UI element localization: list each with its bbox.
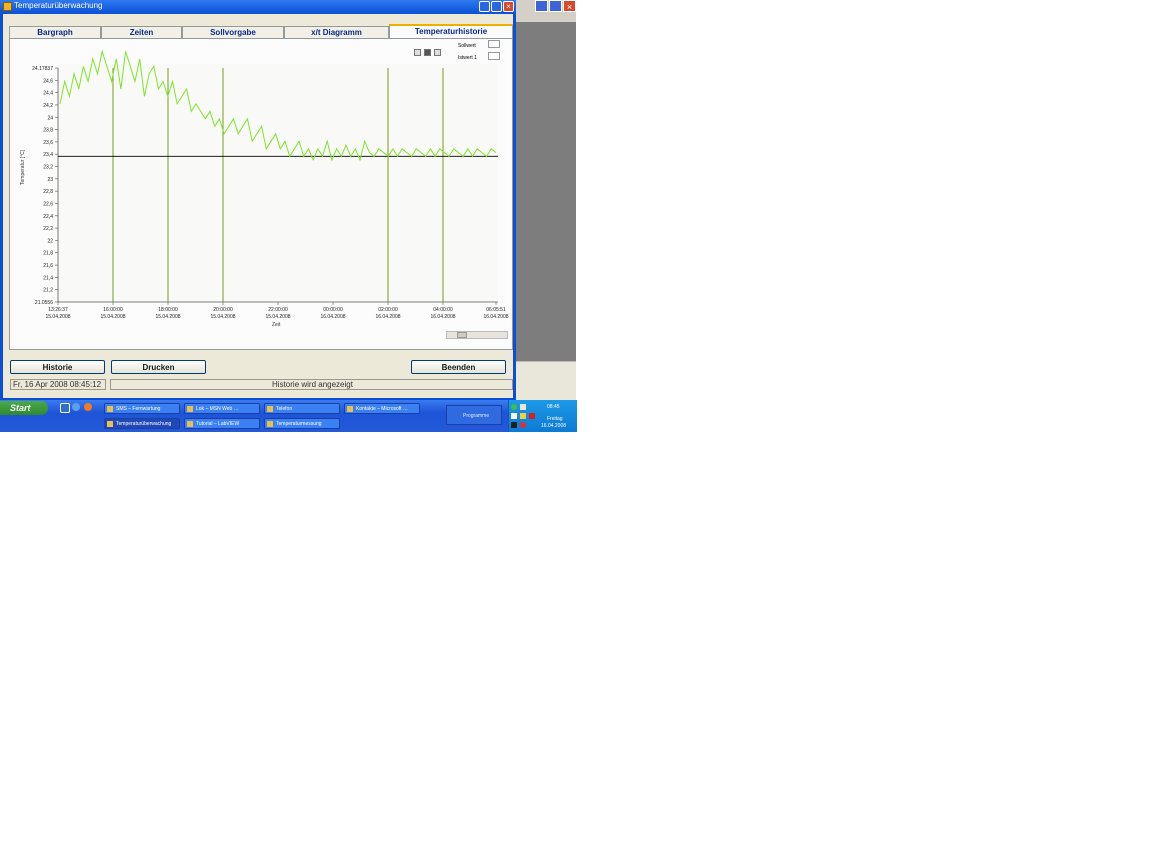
y-tick-label: 21,8	[43, 251, 53, 257]
x-tick-time: 22:00:00	[268, 307, 288, 313]
y-tick-label: 23,4	[43, 152, 53, 158]
legend-istwert-swatch[interactable]	[488, 52, 500, 60]
background-close-button[interactable]: ×	[563, 0, 576, 12]
alert-icon[interactable]	[520, 422, 526, 428]
x-tick-time: 16:00:00	[103, 307, 123, 313]
taskbar-task[interactable]: Temperaturmessung	[264, 418, 340, 429]
y-tick-label: 24	[47, 115, 53, 121]
taskbar-task[interactable]: Kontakte – Microsoft …	[344, 403, 420, 414]
y-tick-label: 23,8	[43, 128, 53, 134]
start-button[interactable]: Start	[0, 401, 48, 415]
y-tick-label: 21,2	[43, 288, 53, 294]
x-tick-time: 13:26:37	[48, 307, 68, 313]
programs-label: Programme	[463, 413, 490, 419]
background-window-panel	[516, 361, 576, 402]
y-tick-label: 24,2	[43, 103, 53, 109]
legend-istwert: Istwert 1	[458, 55, 477, 61]
desktop-background	[516, 0, 576, 400]
y-tick-label: 23	[47, 177, 53, 183]
internet-explorer-icon[interactable]	[72, 403, 80, 411]
x-tick-date: 16.04.2008	[375, 314, 400, 320]
x-tick-time: 02:00:00	[378, 307, 398, 313]
history-button[interactable]: Historie	[10, 360, 105, 374]
media-player-icon[interactable]	[84, 403, 92, 411]
x-tick-date: 15.04.2008	[265, 314, 290, 320]
y-tick-label: 24,6	[43, 78, 53, 84]
y-tick-label: 21,6	[43, 263, 53, 269]
cursor-tool-icon[interactable]	[434, 49, 441, 56]
taskbar-task[interactable]: SMS – Fernwartung	[104, 403, 180, 414]
y-tick-label: 23,2	[43, 165, 53, 171]
y-tick-label: 21.0556	[35, 300, 53, 306]
legend-sollwert-swatch[interactable]	[488, 40, 500, 48]
print-button[interactable]: Drucken	[111, 360, 206, 374]
legend-sollwert: Sollwert	[458, 43, 476, 49]
pan-tool-icon[interactable]	[424, 49, 431, 56]
zoom-tool-icon[interactable]	[414, 49, 421, 56]
x-tick-date: 15.04.2008	[155, 314, 180, 320]
y-tick-label: 22,2	[43, 226, 53, 232]
y-tick-label: 22	[47, 238, 53, 244]
x-tick-date: 15.04.2008	[45, 314, 70, 320]
x-tick-date: 15.04.2008	[210, 314, 235, 320]
background-minimize-button[interactable]	[535, 0, 548, 12]
x-tick-date: 16.04.2008	[320, 314, 345, 320]
scrollbar-thumb[interactable]	[457, 332, 467, 338]
background-maximize-button[interactable]	[549, 0, 562, 12]
y-tick-label: 21,4	[43, 275, 53, 281]
chart-scrollbar[interactable]	[446, 331, 508, 339]
monitor-icon[interactable]	[520, 404, 526, 410]
taskbar-task[interactable]: Telefon	[264, 403, 340, 414]
y-tick-label: 22,4	[43, 214, 53, 220]
quit-button[interactable]: Beenden	[411, 360, 506, 374]
status-datetime: Fr, 16 Apr 2008 08:45:12	[10, 379, 106, 390]
x-tick-time: 04:00:00	[433, 307, 453, 313]
programs-toolbar[interactable]: Programme	[446, 405, 502, 425]
x-axis-label: Zeit	[272, 322, 281, 328]
y-tick-label: 24,4	[43, 91, 53, 97]
x-tick-date: 16.04.2008	[430, 314, 455, 320]
security-icon[interactable]	[520, 413, 526, 419]
y-tick-label: 22,8	[43, 189, 53, 195]
x-tick-time: 20:00:00	[213, 307, 233, 313]
y-axis-label: Temperatur [°C]	[20, 149, 26, 185]
x-tick-date: 15.04.2008	[100, 314, 125, 320]
clock-date: 16.04.2008	[541, 423, 567, 429]
taskbar-task[interactable]: Lok – MSN Web …	[184, 403, 260, 414]
clock-time[interactable]: 08:45	[547, 404, 560, 410]
y-tick-label: 23,6	[43, 140, 53, 146]
show-desktop-icon[interactable]	[60, 403, 70, 413]
app-tray-icon[interactable]	[511, 422, 517, 428]
y-tick-label: 22,6	[43, 201, 53, 207]
taskbar-task-active[interactable]: Temperaturüberwachung	[104, 418, 180, 429]
y-tick-label: 24.17837	[32, 66, 53, 72]
clock-day: Freitag	[547, 416, 563, 422]
x-tick-date: 16.04.2008	[483, 314, 508, 320]
status-message: Historie wird angezeigt	[110, 379, 513, 390]
volume-icon[interactable]	[511, 413, 517, 419]
x-tick-time: 18:00:00	[158, 307, 178, 313]
x-tick-time: 06:05:51	[486, 307, 506, 313]
antivirus-icon[interactable]	[529, 413, 535, 419]
network-icon[interactable]	[511, 404, 517, 410]
series-istwert-line	[59, 49, 497, 162]
x-tick-time: 00:00:00	[323, 307, 343, 313]
taskbar-task[interactable]: Tutorial – LabVIEW	[184, 418, 260, 429]
